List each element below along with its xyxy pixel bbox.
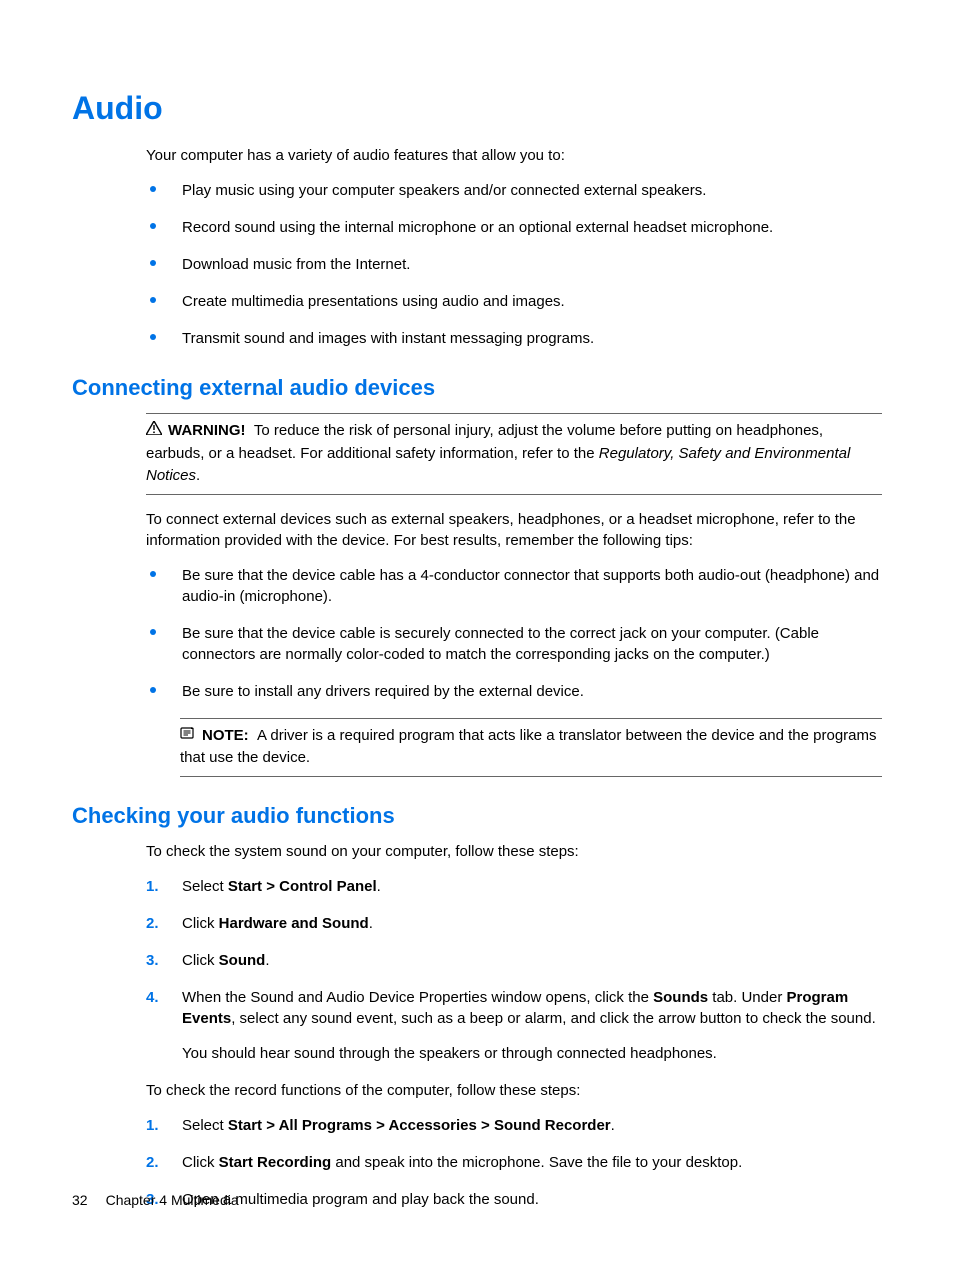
steps-list-1: Select Start > Control Panel. Click Hard… [146, 876, 882, 1064]
list-item: Create multimedia presentations using au… [146, 291, 882, 312]
list-item: Transmit sound and images with instant m… [146, 328, 882, 349]
section2-paragraph-1: To check the system sound on your comput… [146, 841, 882, 862]
list-item: Select Start > Control Panel. [146, 876, 882, 897]
step-sub-paragraph: You should hear sound through the speake… [182, 1043, 882, 1064]
note-icon [180, 725, 196, 748]
list-item: When the Sound and Audio Device Properti… [146, 987, 882, 1064]
list-item: Play music using your computer speakers … [146, 180, 882, 201]
list-item: Record sound using the internal micropho… [146, 217, 882, 238]
section-heading-checking: Checking your audio functions [72, 803, 882, 829]
tips-list: Be sure that the device cable has a 4-co… [146, 565, 882, 702]
steps-list-2: Select Start > All Programs > Accessorie… [146, 1115, 882, 1210]
section-heading-connecting: Connecting external audio devices [72, 375, 882, 401]
list-item: Be sure that the device cable has a 4-co… [146, 565, 882, 607]
warning-label: WARNING! [168, 422, 246, 439]
note-label: NOTE: [202, 727, 249, 744]
list-item: Click Sound. [146, 950, 882, 971]
list-item: Click Hardware and Sound. [146, 913, 882, 934]
note-callout: NOTE: A driver is a required program tha… [180, 718, 882, 777]
page-heading: Audio [72, 90, 882, 127]
warning-text-end: . [196, 467, 200, 484]
note-text: A driver is a required program that acts… [180, 727, 877, 767]
feature-list: Play music using your computer speakers … [146, 180, 882, 349]
page-number: 32 [72, 1192, 88, 1208]
intro-paragraph: Your computer has a variety of audio fea… [146, 145, 882, 166]
list-item: Be sure that the device cable is securel… [146, 623, 882, 665]
list-item: Click Start Recording and speak into the… [146, 1152, 882, 1173]
chapter-label: Chapter 4 Multimedia [106, 1192, 239, 1208]
document-page: Audio Your computer has a variety of aud… [0, 0, 954, 1270]
list-item: Open a multimedia program and play back … [146, 1189, 882, 1210]
list-item: Download music from the Internet. [146, 254, 882, 275]
list-item: Be sure to install any drivers required … [146, 681, 882, 702]
warning-icon [146, 420, 162, 443]
section2-paragraph-2: To check the record functions of the com… [146, 1080, 882, 1101]
section1-paragraph: To connect external devices such as exte… [146, 509, 882, 551]
list-item: Select Start > All Programs > Accessorie… [146, 1115, 882, 1136]
warning-callout: WARNING! To reduce the risk of personal … [146, 413, 882, 495]
page-footer: 32 Chapter 4 Multimedia [72, 1192, 239, 1208]
